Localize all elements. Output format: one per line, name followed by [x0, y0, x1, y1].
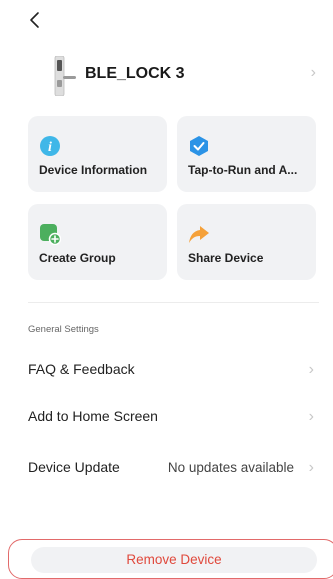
- chevron-right-icon: ›: [310, 64, 316, 81]
- remove-device-container: Remove Device: [8, 539, 333, 579]
- back-chevron-icon[interactable]: [26, 8, 46, 32]
- divider: [28, 302, 319, 303]
- row-label: Device Update: [28, 459, 120, 475]
- tile-label: Device Information: [39, 163, 148, 177]
- tile-label: Share Device: [188, 251, 264, 265]
- row-label: FAQ & Feedback: [28, 361, 135, 377]
- create-group-icon: [40, 224, 61, 245]
- svg-text:i: i: [48, 140, 52, 155]
- remove-device-button[interactable]: Remove Device: [31, 547, 317, 573]
- device-header[interactable]: BLE_LOCK 3 ›: [28, 50, 320, 98]
- info-icon: i: [40, 136, 60, 156]
- device-update-row[interactable]: Device Update No updates available ›: [28, 455, 320, 483]
- chevron-right-icon: ›: [308, 459, 314, 476]
- checkbox-icon: [190, 136, 208, 156]
- device-information-tile[interactable]: i Device Information: [28, 116, 167, 192]
- share-device-tile[interactable]: Share Device: [177, 204, 316, 280]
- tap-to-run-tile[interactable]: Tap-to-Run and A...: [177, 116, 316, 192]
- update-status: No updates available: [167, 460, 294, 475]
- row-label: Add to Home Screen: [28, 408, 158, 424]
- share-arrow-icon: [189, 226, 209, 243]
- create-group-tile[interactable]: Create Group: [28, 204, 167, 280]
- section-title: General Settings: [28, 324, 99, 335]
- chevron-right-icon: ›: [308, 408, 314, 425]
- tile-label: Create Group: [39, 251, 116, 265]
- chevron-right-icon: ›: [308, 361, 314, 378]
- device-name: BLE_LOCK 3: [85, 65, 185, 82]
- faq-feedback-row[interactable]: FAQ & Feedback ›: [28, 357, 320, 385]
- add-to-home-screen-row[interactable]: Add to Home Screen ›: [28, 404, 320, 432]
- smart-lock-image: [54, 56, 76, 96]
- tile-label: Tap-to-Run and A...: [188, 163, 298, 177]
